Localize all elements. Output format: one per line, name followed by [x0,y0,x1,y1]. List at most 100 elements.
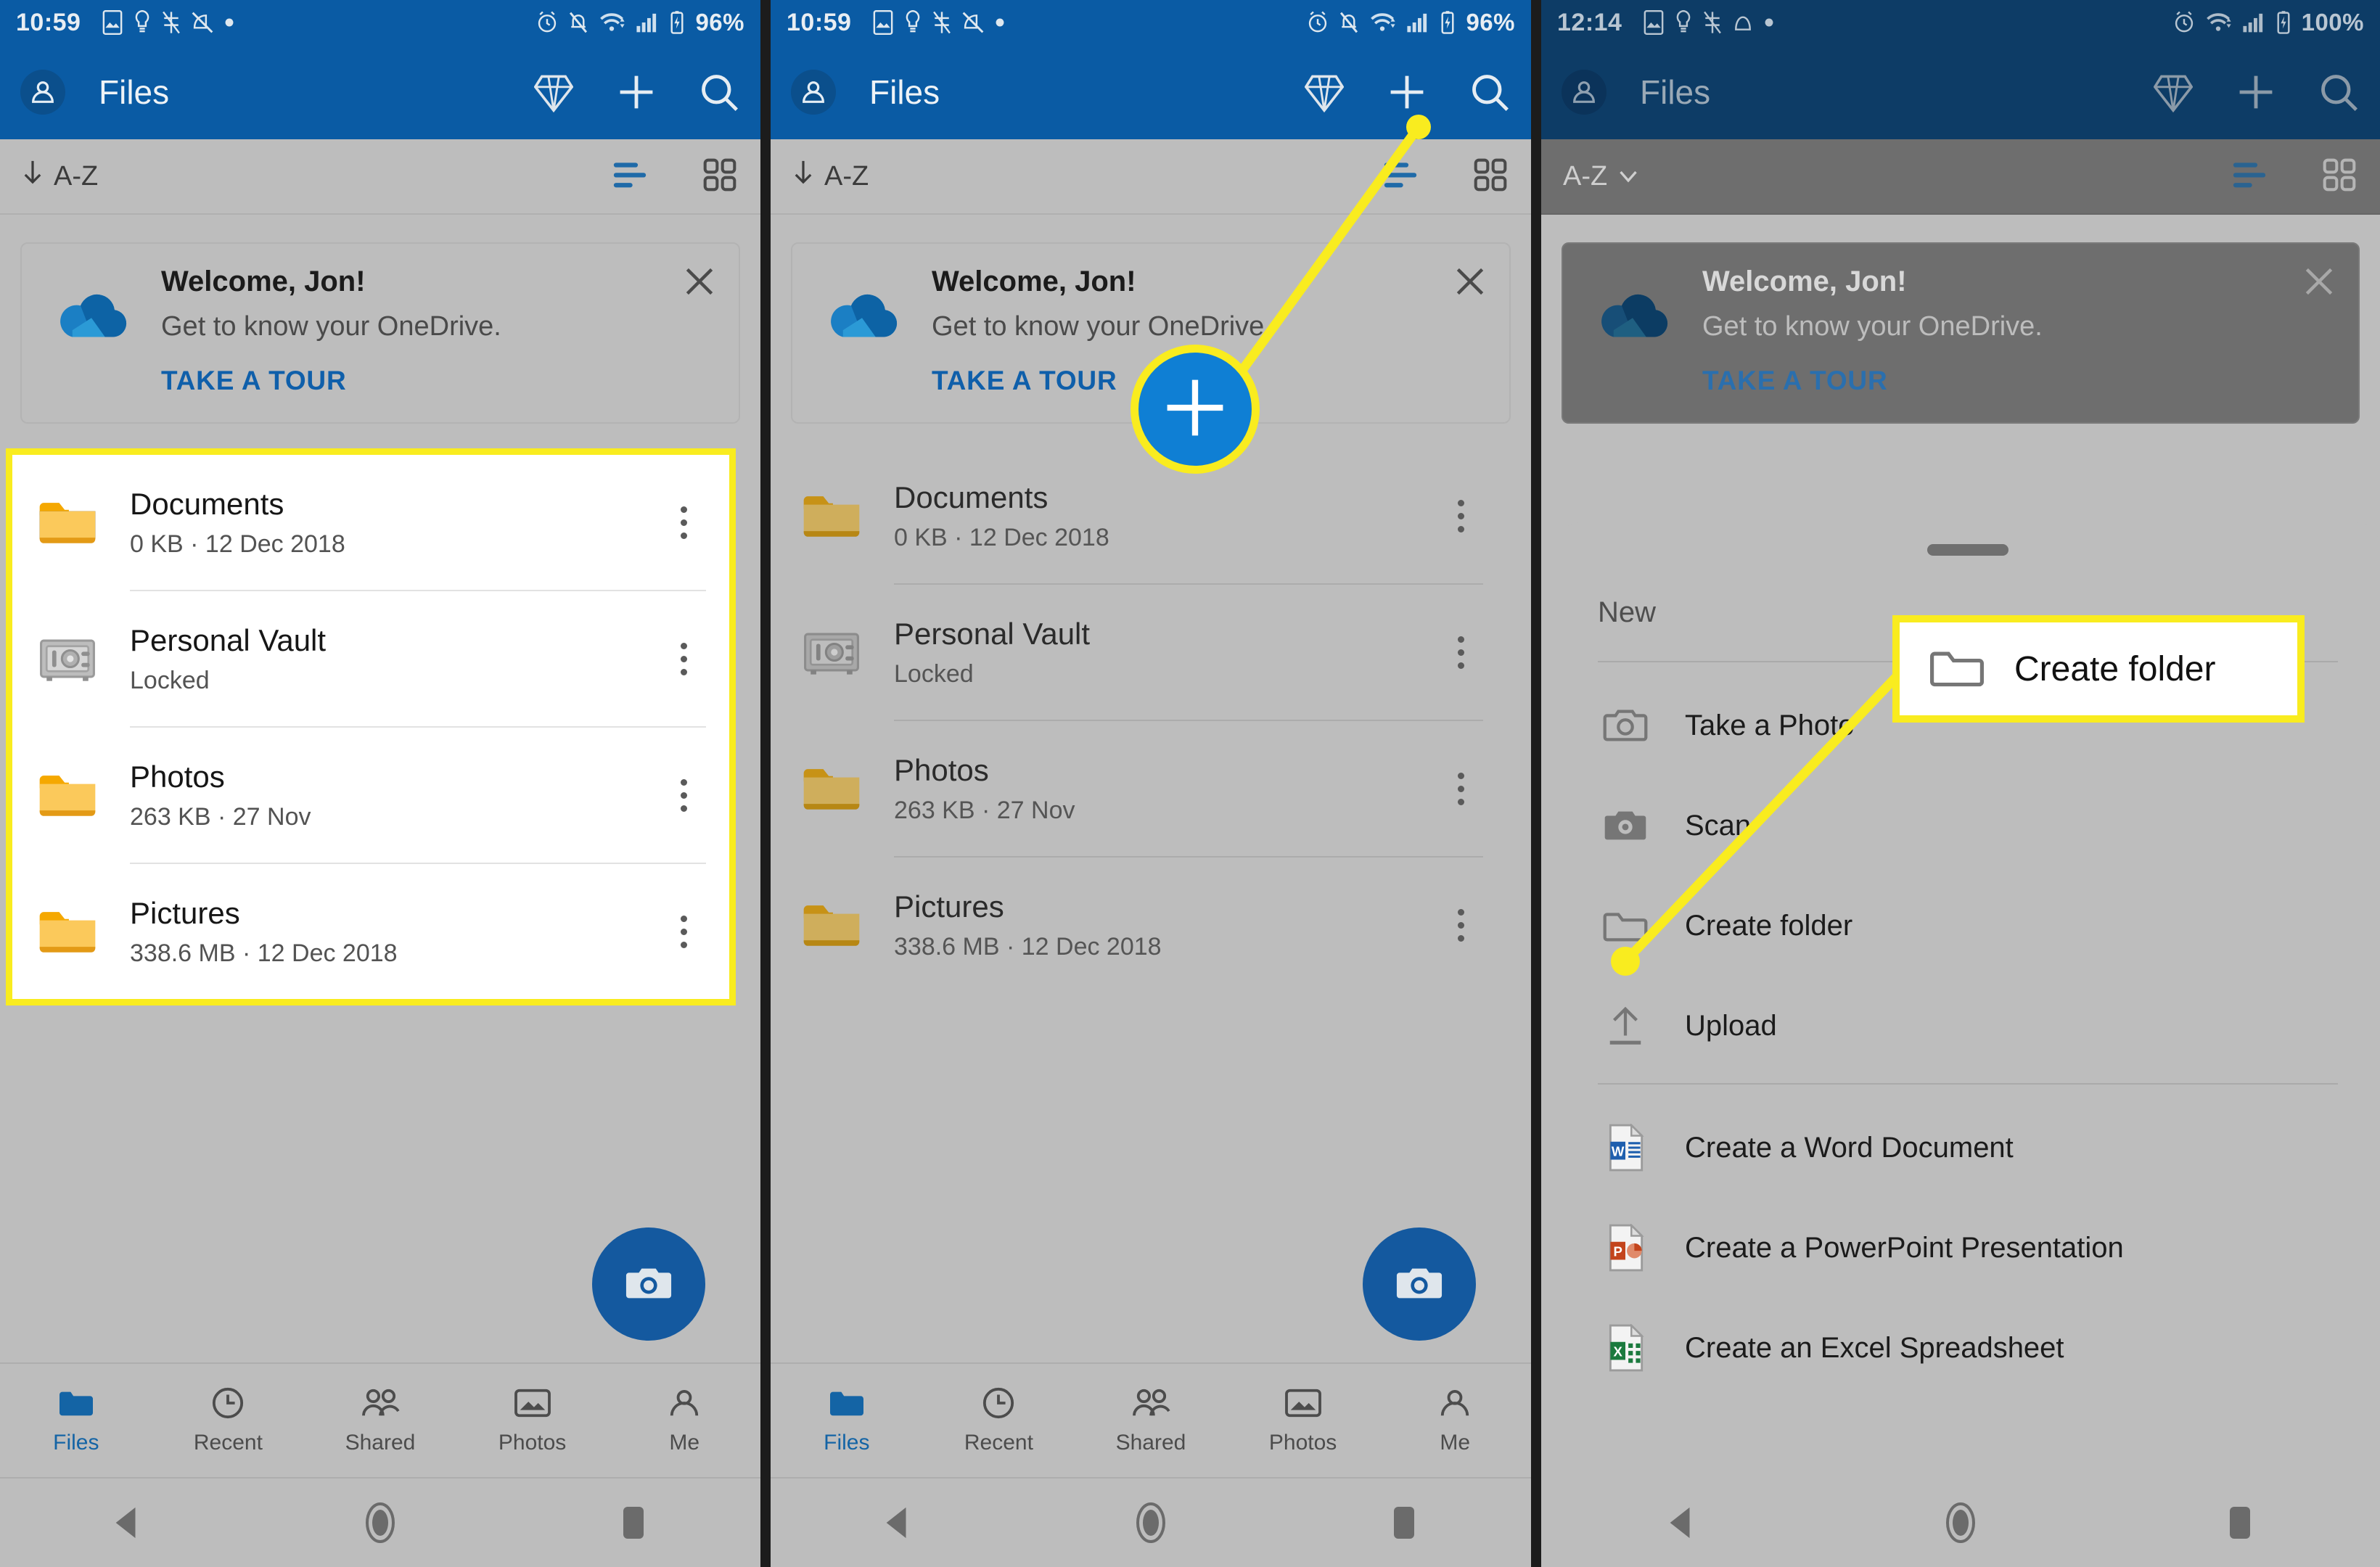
create-folder-callout-label: Create folder [2014,649,2216,688]
diamond-icon[interactable] [1303,71,1345,113]
table-row[interactable]: Personal Vault Locked [776,585,1506,720]
search-icon[interactable] [698,71,740,113]
close-icon[interactable] [1453,264,1488,303]
more-options-icon[interactable] [658,915,709,948]
plus-icon[interactable] [615,71,657,113]
search-icon[interactable] [2318,71,2360,113]
plus-button-callout[interactable] [1130,345,1260,474]
vault-safe-icon [798,619,865,686]
sort-order-button[interactable]: A-Z [1563,161,1639,192]
powerpoint-doc-icon: P [1598,1220,1653,1275]
file-list: Documents 0 KB · 12 Dec 2018 Personal Va… [6,448,736,1005]
search-icon[interactable] [1469,71,1511,113]
table-row[interactable]: Photos 263 KB · 27 Nov [776,721,1506,856]
folder-outline-icon [1598,898,1653,953]
diamond-icon[interactable] [533,71,575,113]
table-row[interactable]: Documents 0 KB · 12 Dec 2018 [12,455,729,590]
back-triangle-icon[interactable] [1541,1504,1821,1542]
tab-me[interactable]: Me [1379,1386,1531,1455]
more-options-icon[interactable] [658,778,709,812]
tab-files[interactable]: Files [771,1386,923,1455]
more-options-icon[interactable] [1435,908,1486,942]
tab-photos[interactable]: Photos [1227,1386,1379,1455]
photo-icon [513,1386,552,1423]
file-list: Documents 0 KB · 12 Dec 2018 Personal Va… [776,448,1506,992]
file-meta: 0 KB · 12 Dec 2018 [894,523,1109,551]
folder-icon [34,762,101,828]
mute-icon [191,10,214,35]
notifications-off-icon [1338,10,1360,35]
table-row[interactable]: Documents 0 KB · 12 Dec 2018 [776,448,1506,583]
table-row[interactable]: Pictures 338.6 MB · 12 Dec 2018 [12,864,729,999]
close-icon[interactable] [682,264,717,303]
more-options-icon[interactable] [1435,636,1486,669]
tab-shared[interactable]: Shared [304,1386,456,1455]
plus-icon[interactable] [1386,71,1428,113]
back-triangle-icon[interactable] [0,1504,253,1542]
panel-new-menu-create-folder: 12:14 100% Files A-Z Welcome, Jon! Get t… [1541,0,2380,1567]
menu-item-upload[interactable]: Upload [1556,976,2380,1076]
dot-indicator-icon [1763,17,1775,28]
create-folder-callout[interactable]: Create folder [1892,615,2305,723]
lightbulb-icon [903,10,922,35]
more-options-icon[interactable] [1435,772,1486,805]
close-icon[interactable] [2302,264,2336,303]
list-view-icon[interactable] [610,157,650,196]
more-options-icon[interactable] [1435,499,1486,532]
recents-square-icon[interactable] [1278,1504,1531,1542]
file-name: Documents [894,480,1049,514]
tab-photos[interactable]: Photos [456,1386,609,1455]
vault-safe-icon [34,625,101,692]
welcome-subtitle: Get to know your OneDrive. [161,311,501,342]
tab-recent[interactable]: Recent [923,1386,1075,1455]
table-row[interactable]: Pictures 338.6 MB · 12 Dec 2018 [776,857,1506,992]
home-circle-icon[interactable] [253,1501,506,1545]
menu-item-create-word-document[interactable]: W Create a Word Document [1556,1098,2380,1198]
recents-square-icon[interactable] [507,1504,760,1542]
account-circle-icon[interactable] [791,70,836,115]
sort-order-button[interactable]: A-Z [22,159,98,194]
panel-file-list-highlighted: 10:59 96% Files A-Z Welcome, Jon! Get to… [0,0,760,1567]
person-icon [1437,1386,1473,1423]
diamond-icon[interactable] [2152,71,2194,113]
table-row[interactable]: Photos 263 KB · 27 Nov [12,728,729,863]
list-view-icon[interactable] [2229,157,2270,196]
home-circle-icon[interactable] [1024,1501,1277,1545]
plus-icon [1160,373,1230,446]
menu-item-create-folder[interactable]: Create folder [1556,876,2380,976]
sort-order-button[interactable]: A-Z [792,159,869,194]
arrow-down-icon [792,159,814,194]
tab-shared[interactable]: Shared [1075,1386,1227,1455]
home-circle-icon[interactable] [1821,1501,2100,1545]
tab-files[interactable]: Files [0,1386,152,1455]
status-bar: 10:59 96% [0,0,760,45]
menu-item-scan[interactable]: Scan [1556,776,2380,876]
more-options-icon[interactable] [658,642,709,675]
list-view-icon[interactable] [1380,157,1421,196]
svg-text:X: X [1614,1344,1623,1359]
grid-view-icon[interactable] [1472,157,1509,196]
more-options-icon[interactable] [658,506,709,539]
recents-square-icon[interactable] [2101,1504,2380,1542]
sheet-grabber[interactable] [1927,544,2008,556]
back-triangle-icon[interactable] [771,1504,1024,1542]
file-name: Photos [130,759,225,794]
take-a-tour-button[interactable]: TAKE A TOUR [1702,366,2043,396]
tab-me[interactable]: Me [608,1386,760,1455]
tab-recent[interactable]: Recent [152,1386,305,1455]
plus-icon[interactable] [2235,71,2277,113]
take-a-tour-button[interactable]: TAKE A TOUR [161,366,501,396]
menu-item-create-excel-spreadsheet[interactable]: X Create an Excel Spreadsheet [1556,1298,2380,1398]
account-circle-icon[interactable] [1562,70,1606,115]
account-circle-icon[interactable] [20,70,65,115]
app-bar: Files [0,45,760,139]
camera-fab-button[interactable] [1363,1227,1476,1341]
word-doc-icon: W [1598,1120,1653,1175]
table-row[interactable]: Personal Vault Locked [12,591,729,726]
svg-text:P: P [1614,1243,1622,1259]
grid-view-icon[interactable] [701,157,739,196]
grid-view-icon[interactable] [2320,157,2358,196]
mute-icon [1732,10,1754,35]
camera-fab-button[interactable] [592,1227,705,1341]
menu-item-create-powerpoint-presentation[interactable]: P Create a PowerPoint Presentation [1556,1198,2380,1298]
